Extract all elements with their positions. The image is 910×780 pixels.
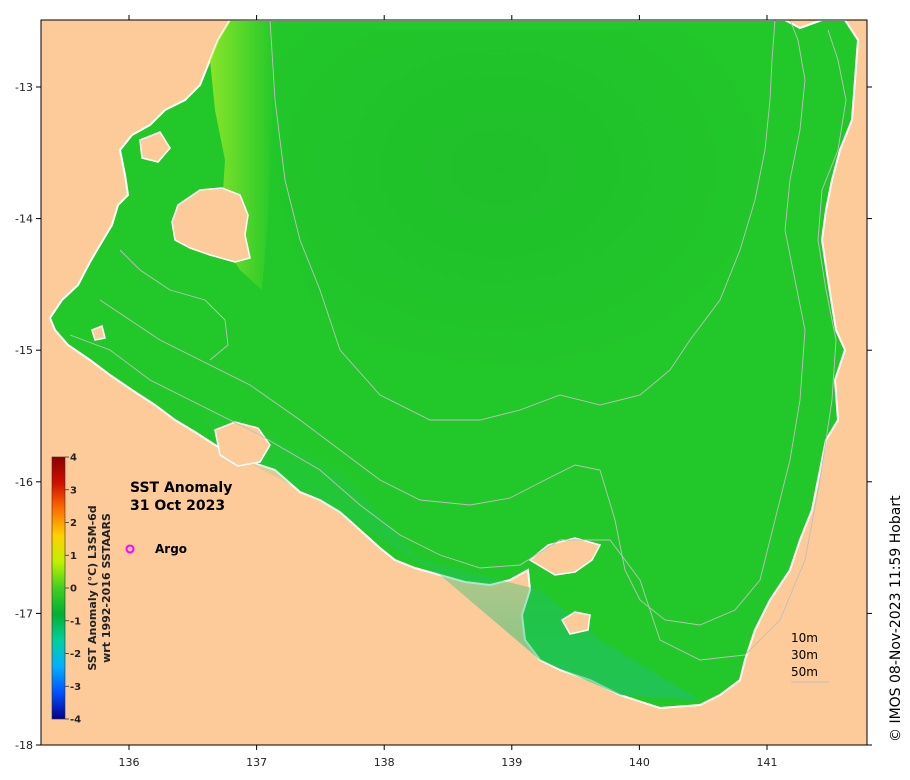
colorbar-tick-label: 2 (70, 518, 77, 529)
colorbar-bar (51, 456, 66, 720)
x-tick-label: 138 (374, 756, 395, 769)
colorbar-tick-label: -1 (70, 616, 81, 627)
colorbar-tick-label: -3 (70, 682, 81, 693)
colorbar-tick-label: 1 (70, 551, 77, 562)
y-tick-label: -16 (15, 476, 33, 489)
depth-label-50m: 50m (791, 665, 818, 679)
colorbar-tick-label: -2 (70, 649, 81, 660)
y-tick-label: -15 (15, 344, 33, 357)
map-title-line2: 31 Oct 2023 (130, 498, 225, 514)
y-tick-label: -18 (15, 739, 33, 752)
colorbar-tick-label: 3 (70, 485, 77, 496)
y-tick-label: -14 (15, 213, 33, 226)
y-tick-label: -17 (15, 607, 33, 620)
x-tick-label: 140 (629, 756, 650, 769)
x-tick-label: 136 (119, 756, 140, 769)
colorbar-tick-label: 4 (70, 453, 77, 464)
depth-label-30m: 30m (791, 648, 818, 662)
x-tick-label: 139 (501, 756, 522, 769)
colorbar-label-line1: SST Anomaly (°C) L3SM-6d (86, 505, 99, 670)
colorbar-tick-label: 0 (70, 584, 77, 595)
depth-label-10m: 10m (791, 631, 818, 645)
imos-credit: © IMOS 08-Nov-2023 11:59 Hobart (888, 495, 904, 742)
x-tick-label: 141 (757, 756, 778, 769)
x-tick-label: 137 (246, 756, 267, 769)
map-title-line1: SST Anomaly (130, 480, 232, 496)
y-tick-label: -13 (15, 81, 33, 94)
colorbar-tick-label: -4 (70, 715, 81, 726)
colorbar-label-line2: wrt 1992-2016 SSTAARS (100, 513, 113, 663)
argo-legend-label: Argo (155, 542, 187, 556)
sst-anomaly-map: 136 137 138 139 140 141 -13-14-15-16-17-18 SS… (15, 15, 904, 769)
